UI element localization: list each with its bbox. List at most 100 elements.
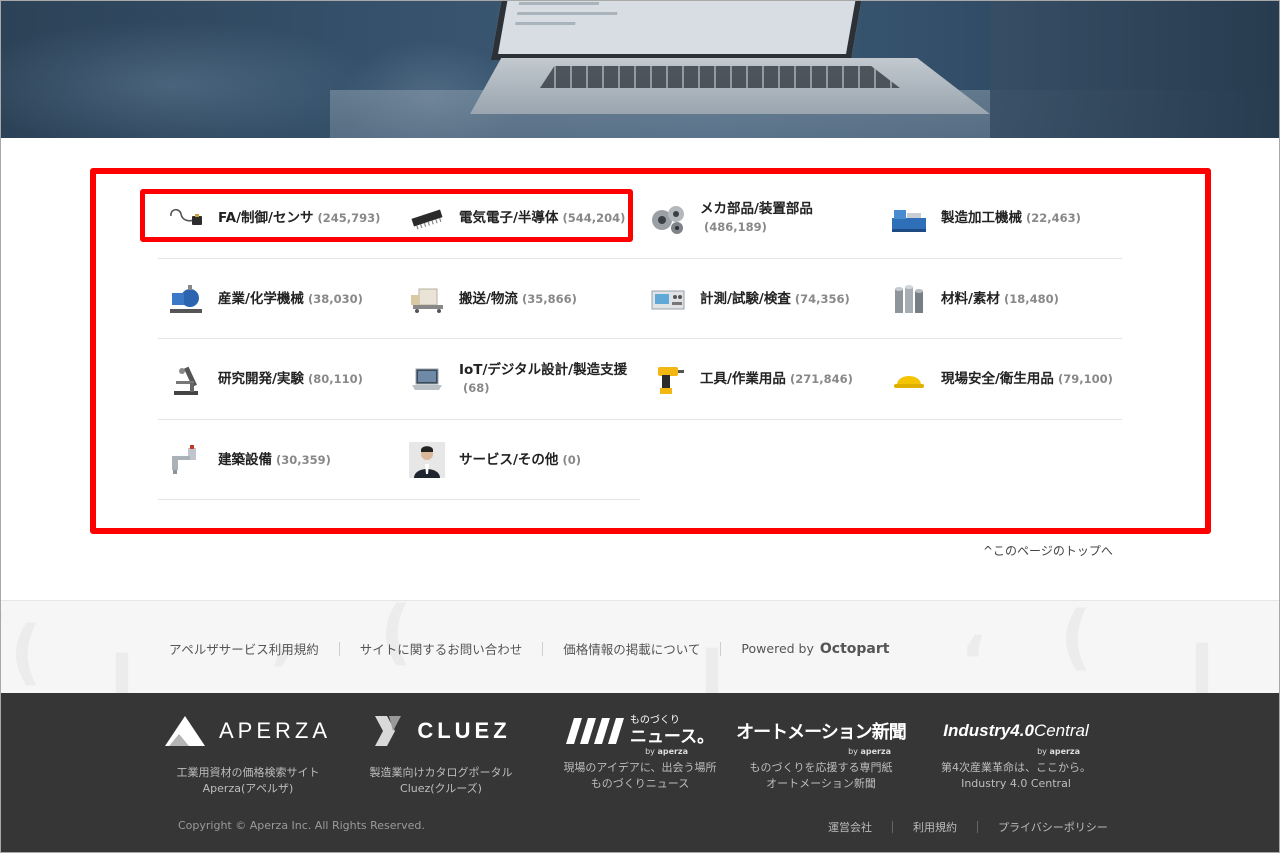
brand-desc-line1: 製造業向けカタログポータル: [369, 766, 513, 779]
category-label: IoT/デジタル設計/製造支援: [459, 362, 628, 378]
terms-link[interactable]: 利用規約: [913, 819, 957, 835]
sensor-cable-icon: [168, 200, 204, 236]
category-industrial-chemical[interactable]: 産業/化学機械 (38,030): [158, 259, 399, 339]
category-electric-semiconductor[interactable]: 電気電子/半導体 (544,204): [399, 178, 640, 258]
category-count: (22,463): [1026, 211, 1081, 225]
site-footer: APERZA 工業用資材の価格検索サイト Aperza(アペルザ) CLUEZ 製…: [0, 693, 1280, 853]
privacy-policy-link[interactable]: プライバシーポリシー: [998, 819, 1108, 835]
category-count: (74,356): [794, 291, 850, 306]
brand-cluez[interactable]: CLUEZ 製造業向けカタログポータル Cluez(クルーズ): [341, 711, 541, 797]
category-label: 現場安全/衛生用品: [941, 371, 1054, 387]
site-contact-link[interactable]: サイトに関するお問い合わせ: [360, 639, 523, 658]
category-label: 製造加工機械: [941, 210, 1022, 226]
category-count: (486,189): [704, 220, 767, 234]
category-count: (0): [562, 452, 581, 467]
brand-desc-line1: 第4次産業革命は、ここから。: [941, 761, 1091, 774]
power-drill-icon: [650, 361, 686, 397]
category-count: (79,100): [1057, 372, 1113, 386]
brand-automation-shimbun[interactable]: オートメーション新聞 by aperza ものづくりを応援する専門紙 オートメーシ…: [721, 711, 921, 792]
conveyor-box-icon: [409, 281, 445, 317]
brand-desc-line2: オートメーション新聞: [766, 777, 876, 790]
category-row: 研究開発/実験 (80,110) IoT/デジタル設計/製造支援 (68) 工具/作…: [158, 339, 1122, 420]
bearing-icon: [650, 200, 686, 236]
measuring-instrument-icon: [650, 281, 686, 317]
category-research-experiment[interactable]: 研究開発/実験 (80,110): [158, 339, 399, 419]
cluez-logo-icon: [375, 716, 402, 746]
category-count: (271,846): [789, 372, 853, 386]
back-to-top-link[interactable]: ^このページのトップへ: [983, 542, 1113, 559]
brand-desc-line2: ものづくりニュース: [590, 777, 690, 790]
hero-banner: [0, 0, 1280, 138]
powered-by-label: Powered by: [741, 641, 814, 656]
faucet-icon: [168, 442, 204, 478]
category-transport-logistics[interactable]: 搬送/物流 (35,866): [399, 259, 640, 339]
category-manufacturing-machines[interactable]: 製造加工機械 (22,463): [881, 178, 1122, 258]
hard-hat-icon: [891, 361, 927, 397]
by-label: by: [848, 747, 858, 756]
category-count: (18,480): [1003, 291, 1059, 306]
service-terms-link[interactable]: アペルザサービス利用規約: [169, 639, 319, 658]
category-count: (80,110): [307, 372, 363, 386]
category-tools-work-supplies[interactable]: 工具/作業用品 (271,846): [640, 339, 881, 419]
category-count: (68): [463, 381, 490, 395]
category-label: 計測/試験/検査: [700, 290, 791, 307]
automation-shimbun-wordmark: オートメーション新聞: [736, 722, 907, 743]
category-grid: FA/制御/センサ (245,793) 電気電子/半導体 (544,204) メカ部…: [158, 178, 1122, 500]
category-materials[interactable]: 材料/素材 (18,480): [881, 259, 1122, 339]
category-label: 材料/素材: [941, 290, 1000, 307]
aperza-small-logo: aperza: [1049, 747, 1080, 756]
category-label: 研究開発/実験: [218, 371, 304, 387]
industry40-wordmark-a: Industry4.0: [943, 721, 1034, 740]
category-measurement-testing[interactable]: 計測/試験/検査 (74,356): [640, 259, 881, 339]
pump-icon: [168, 281, 204, 317]
category-label: 電気電子/半導体: [459, 210, 559, 226]
semiconductor-chip-icon: [409, 200, 445, 236]
category-fa-control-sensor[interactable]: FA/制御/センサ (245,793): [158, 178, 399, 258]
category-count: (544,204): [562, 211, 626, 225]
cluez-wordmark: CLUEZ: [417, 718, 511, 743]
category-count: (35,866): [521, 291, 577, 306]
metal-pipes-icon: [891, 281, 927, 317]
aperza-wordmark: APERZA: [218, 718, 332, 743]
by-label: by: [1037, 747, 1047, 756]
brand-desc-line2: Industry 4.0 Central: [961, 777, 1071, 790]
octopart-logo-link[interactable]: Octopart: [820, 641, 890, 657]
footer-links-band: ʻ ( ⅼ ʼ ( ⅼ ʻ ( ⅼ アペルザサービス利用規約 サイトに関するお問…: [0, 600, 1280, 693]
category-row: 産業/化学機械 (38,030) 搬送/物流 (35,866) 計測/試験/検査 (7…: [158, 259, 1122, 339]
category-label: メカ部品/装置部品: [700, 201, 813, 217]
lathe-machine-icon: [891, 200, 927, 236]
brand-industry40-central[interactable]: Industry4.0 Central by aperza 第4次産業革命は、ここ…: [916, 711, 1116, 792]
brand-desc-line1: ものづくりを応援する専門紙: [749, 761, 893, 774]
businessman-icon: [409, 441, 445, 478]
company-link[interactable]: 運営会社: [828, 819, 872, 835]
brand-desc-line2: Cluez(クルーズ): [400, 782, 482, 795]
aperza-logo-icon: [164, 716, 205, 746]
category-iot-digital-design[interactable]: IoT/デジタル設計/製造支援 (68): [399, 339, 640, 419]
category-site-safety-hygiene[interactable]: 現場安全/衛生用品 (79,100): [881, 339, 1122, 419]
category-label: FA/制御/センサ: [218, 210, 314, 226]
category-count: (38,030): [307, 291, 363, 306]
brand-desc-line1: 工業用資材の価格検索サイト: [176, 766, 320, 779]
category-mechanical-parts[interactable]: メカ部品/装置部品 (486,189): [640, 178, 881, 258]
aperza-small-logo: aperza: [860, 747, 891, 756]
category-row: FA/制御/センサ (245,793) 電気電子/半導体 (544,204) メカ部…: [158, 178, 1122, 259]
copyright-text: Copyright © Aperza Inc. All Rights Reser…: [178, 819, 425, 832]
monozukuri-kana: ものづくり: [629, 715, 680, 726]
pricing-info-link[interactable]: 価格情報の掲載について: [563, 639, 700, 658]
industry40-wordmark-b: Central: [1033, 721, 1089, 740]
category-building-equipment[interactable]: 建築設備 (30,359): [158, 420, 399, 500]
category-count: (30,359): [276, 452, 331, 467]
category-label: 産業/化学機械: [218, 290, 304, 307]
laptop-icon: [409, 361, 445, 397]
category-label: サービス/その他: [459, 451, 559, 468]
brand-desc-line2: Aperza(アペルザ): [202, 782, 294, 795]
brand-monozukuri-news[interactable]: ものづくり ニュース。 by aperza 現場のアイデアに、出会う場所 ものづく…: [540, 711, 740, 792]
category-label: 建築設備: [218, 451, 272, 468]
category-services-other[interactable]: サービス/その他 (0): [399, 420, 640, 500]
category-label: 工具/作業用品: [700, 371, 786, 387]
microscope-icon: [168, 361, 204, 397]
brand-desc-line1: 現場のアイデアに、出会う場所: [563, 761, 717, 774]
brand-aperza[interactable]: APERZA 工業用資材の価格検索サイト Aperza(アペルザ): [148, 711, 348, 797]
category-label: 搬送/物流: [459, 290, 518, 307]
monozukuri-news-logo-icon: [565, 718, 624, 744]
